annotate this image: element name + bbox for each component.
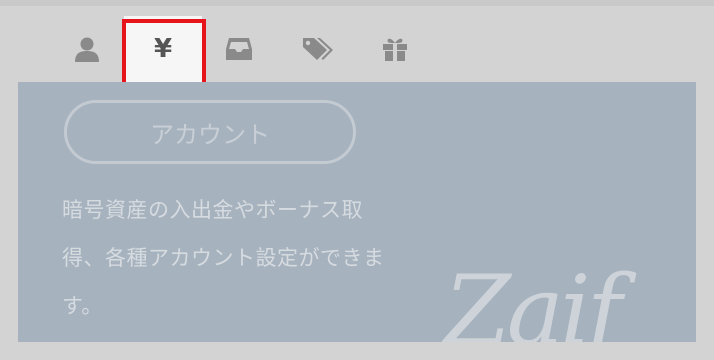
gift-icon: [382, 36, 408, 62]
inbox-icon: [225, 37, 253, 61]
account-button[interactable]: アカウント: [64, 100, 356, 164]
user-icon: [74, 36, 100, 62]
account-panel: アカウント 暗号資産の入出金やボーナス取得、各種アカウント設定ができます。 Za…: [18, 82, 696, 342]
tab-yen[interactable]: ¥: [124, 16, 202, 82]
svg-text:Zaif: Zaif: [441, 260, 637, 342]
zaif-logo: Zaif: [441, 260, 641, 342]
panel-description: 暗号資産の入出金やボーナス取得、各種アカウント設定ができます。: [62, 198, 385, 318]
yen-icon: ¥: [153, 34, 173, 64]
tab-tags[interactable]: [280, 16, 358, 82]
tab-account[interactable]: [48, 16, 126, 82]
tag-icon: [302, 36, 336, 62]
bottom-strip: [0, 342, 714, 360]
tab-inbox[interactable]: [200, 16, 278, 82]
tab-gift[interactable]: [356, 16, 434, 82]
tab-bar: ¥: [0, 6, 714, 87]
